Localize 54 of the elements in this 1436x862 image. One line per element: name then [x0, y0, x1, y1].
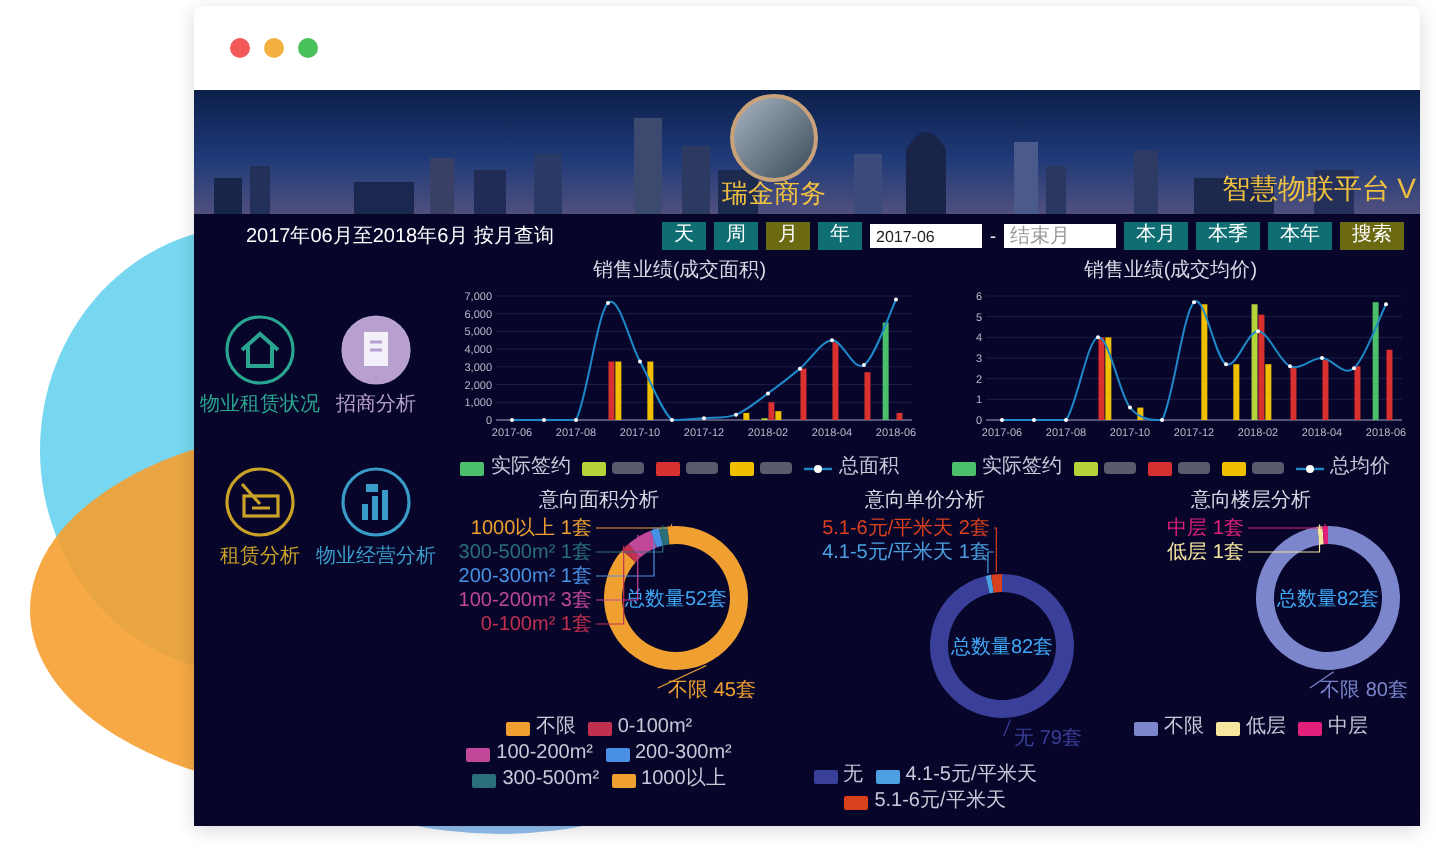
start-month-field[interactable]: 2017-06 [870, 224, 982, 248]
quick-range-button[interactable]: 本季 [1196, 222, 1260, 250]
legend-label: 300-500m² [502, 768, 600, 792]
legend-label: 4.1-5元/平米天 [905, 764, 1037, 788]
slice-label: 0-100m² 1套 [479, 614, 591, 636]
legend-label: 实际签约 [490, 456, 571, 480]
donut-center-label: 总数量82套 [1275, 589, 1379, 611]
period-tab[interactable]: 天 [662, 222, 706, 250]
legend-label: 总面积 [838, 456, 899, 480]
period-tab[interactable]: 年 [818, 222, 862, 250]
end-month-field[interactable]: 结束月 [1004, 224, 1116, 248]
slice-label: 100-200m² 3套 [457, 590, 591, 612]
legend-label: 低层 [1246, 716, 1286, 740]
donut-center-label: 总数量52套 [623, 589, 727, 611]
slice-label: 不限 45套 [667, 680, 755, 702]
chart-title: 销售业绩(成交均价) [1083, 258, 1258, 284]
slice-label: 200-300m² 1套 [457, 566, 591, 588]
legend-label: 5.1-6元/平米天 [874, 790, 1006, 814]
nav-item[interactable]: 租赁分析 [202, 466, 318, 570]
search-button[interactable]: 搜索 [1340, 222, 1404, 250]
chart-title: 意向面积分析 [539, 488, 659, 514]
slice-label: 4.1-5元/平米天 1套 [821, 542, 989, 564]
slice-label: 低层 1套 [1166, 542, 1243, 564]
legend-label: 中层 [1328, 716, 1368, 740]
nav-item[interactable]: 物业租赁状况 [202, 314, 318, 418]
slice-label: 1000以上 1套 [469, 518, 591, 540]
legend-label: 无 [843, 764, 864, 788]
slice-label: 不限 80套 [1319, 680, 1407, 702]
legend-label: 总均价 [1329, 456, 1390, 480]
range-separator: - [990, 226, 996, 246]
legend-label: 100-200m² [496, 742, 593, 766]
nav-item[interactable]: 招商分析 [318, 314, 434, 418]
slice-label: 中层 1套 [1166, 518, 1243, 540]
slice-label: 300-500m² 1套 [457, 542, 591, 564]
slice-label: 无 79套 [1013, 728, 1081, 750]
query-summary: 2017年06月至2018年6月 按月查询 [246, 223, 554, 250]
legend-label: 实际签约 [981, 456, 1062, 480]
period-tab[interactable]: 周 [714, 222, 758, 250]
chart-title: 意向单价分析 [865, 488, 985, 514]
period-tab[interactable]: 月 [766, 222, 810, 250]
chart-title: 销售业绩(成交面积) [592, 258, 767, 284]
donut-center-label: 总数量82套 [949, 637, 1053, 659]
legend-label: 1000以上 [641, 768, 726, 792]
slice-label: 5.1-6元/平米天 2套 [821, 518, 989, 540]
nav-item[interactable]: 物业经营分析 [318, 466, 434, 570]
legend-label: 不限 [1164, 716, 1204, 740]
chart-title: 意向楼层分析 [1191, 488, 1311, 514]
quick-range-button[interactable]: 本年 [1268, 222, 1332, 250]
legend-label: 不限 [535, 716, 576, 740]
quick-range-button[interactable]: 本月 [1124, 222, 1188, 250]
platform-title: 智慧物联平台 V [1221, 172, 1416, 208]
legend-label: 0-100m² [617, 716, 693, 740]
brand-name: 瑞金商务 [722, 176, 826, 212]
legend-label: 200-300m² [635, 742, 732, 766]
